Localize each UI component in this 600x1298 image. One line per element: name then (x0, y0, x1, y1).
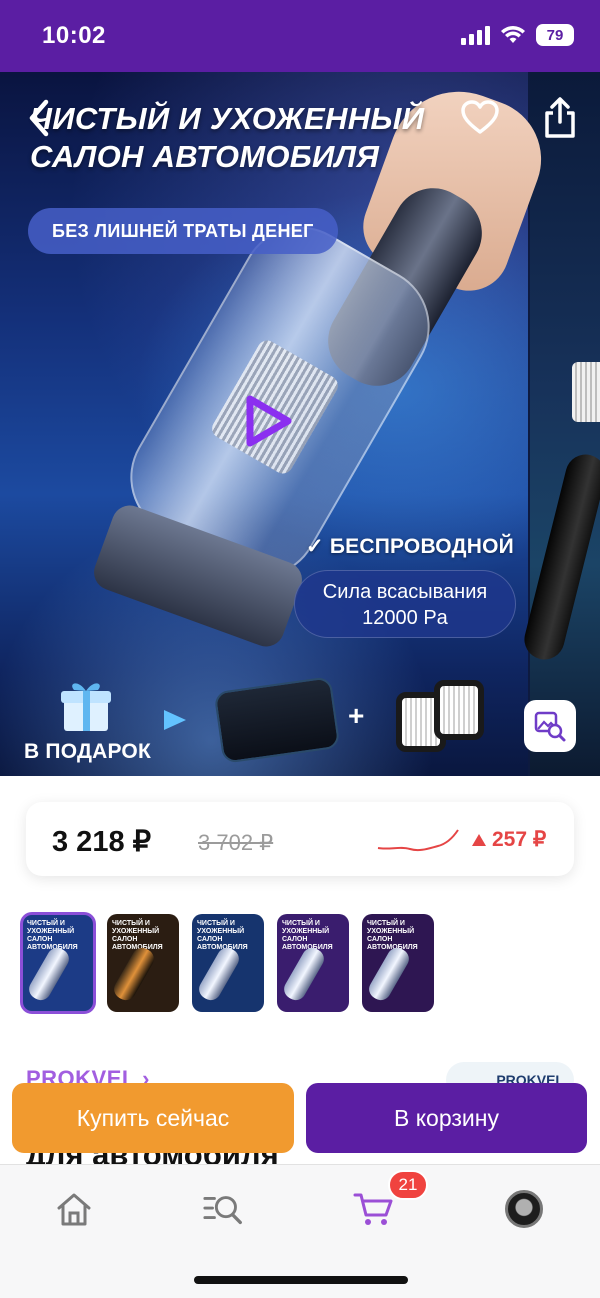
old-price: 3 702 ₽ (198, 830, 274, 855)
plus-sign: + (348, 700, 365, 731)
wireless-feature-label: ✓ БЕСПРОВОДНОЙ (306, 535, 514, 558)
price-up-icon (472, 833, 486, 846)
tab-cart[interactable] (352, 1187, 396, 1231)
product-screen: 10:02 79 ЧИСТЫЙ И УХОЖЕННЫЙ САЛОН АВТОМО… (0, 0, 600, 1298)
thumbnail-2[interactable]: ЧИСТЫЙ И УХОЖЕННЫЙ САЛОН АВТОМОБИЛЯ (107, 914, 179, 1012)
thumbnail-product-image (280, 944, 328, 1004)
thumbnail-1[interactable]: ЧИСТЫЙ И УХОЖЕННЫЙ САЛОН АВТОМОБИЛЯ (20, 912, 96, 1014)
suction-power-badge: Сила всасывания 12000 Pa (294, 570, 516, 638)
product-image-gallery[interactable]: ЧИСТЫЙ И УХОЖЕННЫЙ САЛОН АВТОМОБИЛЯ БЕЗ … (0, 72, 600, 776)
profile-avatar (505, 1190, 543, 1228)
thumbnail-product-image (365, 944, 413, 1004)
battery-indicator: 79 (536, 24, 574, 46)
image-thumbnails: ЧИСТЫЙ И УХОЖЕННЫЙ САЛОН АВТОМОБИЛЯ ЧИСТ… (20, 912, 434, 1014)
tab-profile[interactable] (502, 1187, 546, 1231)
status-time: 10:02 (42, 22, 106, 49)
home-indicator[interactable] (194, 1276, 408, 1284)
gift-label: В ПОДАРОК (24, 740, 151, 763)
favorite-heart-icon[interactable] (460, 98, 500, 138)
add-to-cart-button[interactable]: В корзину (306, 1083, 587, 1153)
suction-value: 12000 Pa (362, 607, 448, 629)
thumbnail-3[interactable]: ЧИСТЫЙ И УХОЖЕННЫЙ САЛОН АВТОМОБИЛЯ (192, 914, 264, 1012)
price-change-value: 257 ₽ (492, 828, 547, 851)
price-history-sparkline[interactable] (376, 824, 460, 858)
hero-subtitle-pill: БЕЗ ЛИШНЕЙ ТРАТЫ ДЕНЕГ (28, 208, 338, 254)
hero-title-line2: САЛОН АВТОМОБИЛЯ (30, 139, 380, 175)
current-price: 3 218 ₽ (52, 826, 152, 858)
thumbnail-product-image (25, 944, 73, 1004)
thumbnail-product-image (110, 944, 158, 1004)
thumbnail-product-image (195, 944, 243, 1004)
filter-image (572, 362, 600, 422)
back-arrow-icon[interactable] (26, 98, 52, 138)
next-image-preview[interactable] (530, 72, 600, 776)
catalog-search-icon (203, 1196, 242, 1225)
price-change: 257 ₽ (472, 827, 546, 852)
tab-catalog[interactable] (202, 1187, 246, 1231)
price-card[interactable]: 3 218 ₽ 3 702 ₽ 257 ₽ (26, 802, 574, 876)
thumbnail-5[interactable]: ЧИСТЫЙ И УХОЖЕННЫЙ САЛОН АВТОМОБИЛЯ (362, 914, 434, 1012)
tab-home[interactable] (52, 1187, 96, 1231)
buy-now-button[interactable]: Купить сейчас (12, 1083, 294, 1153)
status-bar: 10:02 79 (0, 0, 600, 72)
suction-label: Сила всасывания (322, 581, 488, 603)
home-icon (57, 1193, 91, 1226)
cellular-signal-icon (461, 25, 490, 45)
arrow-right-icon (164, 710, 186, 730)
status-icons: 79 (461, 24, 574, 46)
share-icon[interactable] (540, 96, 580, 140)
image-search-icon (534, 711, 566, 742)
wifi-icon (501, 26, 525, 43)
gift-icon (61, 683, 111, 731)
cart-count-badge: 21 (388, 1170, 428, 1200)
hero-title: ЧИСТЫЙ И УХОЖЕННЫЙ САЛОН АВТОМОБИЛЯ (30, 100, 424, 177)
thumbnail-4[interactable]: ЧИСТЫЙ И УХОЖЕННЫЙ САЛОН АВТОМОБИЛЯ (277, 914, 349, 1012)
spare-filter-image (434, 680, 484, 740)
hero-title-line1: ЧИСТЫЙ И УХОЖЕННЫЙ (30, 101, 425, 136)
play-video-icon[interactable] (240, 394, 294, 448)
cart-icon (353, 1193, 393, 1225)
spare-filters-image (396, 680, 488, 760)
search-by-photo-button[interactable] (524, 700, 576, 752)
